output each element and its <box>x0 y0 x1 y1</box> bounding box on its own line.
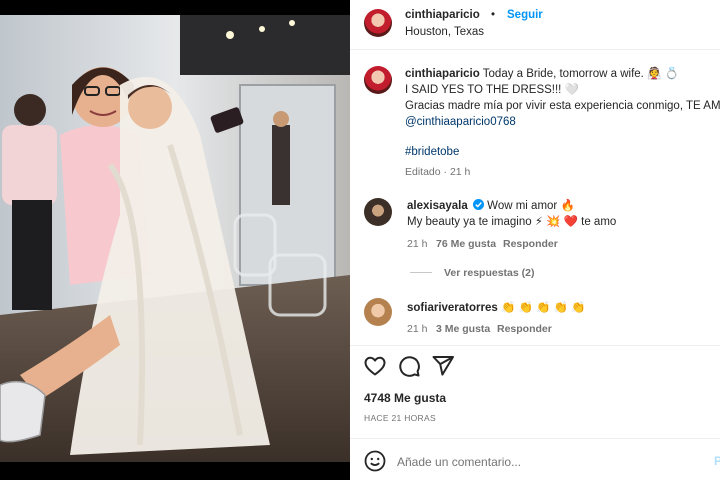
post-details-panel: cinthiaparicio • Seguir Houston, Texas c… <box>350 0 720 480</box>
likes-count[interactable]: 4748 Me gusta <box>364 391 446 406</box>
comment-first-line: alexisayala Wow mi amor 🔥 <box>407 199 575 214</box>
verified-badge-icon <box>472 199 484 210</box>
caption-mention-link[interactable]: @cinthiaaparicio0768 <box>405 115 516 130</box>
post-location[interactable]: Houston, Texas <box>405 25 484 40</box>
actions-divider <box>350 345 720 346</box>
post-timestamp[interactable]: HACE 21 HORAS <box>364 411 436 426</box>
emoji-icon[interactable] <box>363 449 387 473</box>
caption-hashtag-link[interactable]: #bridetobe <box>405 145 459 160</box>
comment-username[interactable]: sofiariveratorres <box>407 302 498 314</box>
comment-time: 21 h <box>407 323 428 335</box>
caption-text-line2: I SAID YES TO THE DRESS!!! 🤍 <box>405 84 579 96</box>
caption-edited-time: Editado · 21 h <box>405 166 471 178</box>
comment-icon[interactable] <box>397 354 421 378</box>
comment-text-line1: Wow mi amor 🔥 <box>487 200 575 212</box>
share-icon[interactable] <box>431 354 455 378</box>
comment-reply-button[interactable]: Responder <box>497 322 552 337</box>
comment-likes-count[interactable]: 76 Me gusta <box>436 237 496 252</box>
author-username[interactable]: cinthiaparicio <box>405 8 480 23</box>
post-header: cinthiaparicio • Seguir Houston, Texas <box>350 0 720 50</box>
comment-text: 👏 👏 👏 👏 👏 <box>500 302 586 314</box>
comment-first-line: sofiariveratorres 👏 👏 👏 👏 👏 <box>407 301 585 316</box>
publish-button[interactable]: P <box>714 454 720 469</box>
add-comment-input[interactable] <box>397 452 697 472</box>
caption-text-line1: Today a Bride, tomorrow a wife. 👰 💍 <box>482 68 679 80</box>
post-photo[interactable] <box>0 15 350 462</box>
comment-box-divider <box>350 438 720 439</box>
view-replies-button[interactable]: Ver respuestas (2) <box>444 266 534 281</box>
caption-text-line3: Gracias madre mía por vivir esta experie… <box>405 100 720 112</box>
comment-avatar-sofiariveratorres[interactable] <box>364 298 392 326</box>
comment-text-line2: My beauty ya te imagino ⚡ 💥 ❤️ te amo <box>407 216 617 228</box>
heart-icon[interactable] <box>363 354 387 378</box>
comment-likes-count[interactable]: 3 Me gusta <box>436 322 490 337</box>
author-avatar[interactable] <box>364 9 392 37</box>
comment-username[interactable]: alexisayala <box>407 200 468 212</box>
caption-author-avatar[interactable] <box>364 66 392 94</box>
comment-reply-button[interactable]: Responder <box>503 237 558 252</box>
caption-username[interactable]: cinthiaparicio <box>405 68 480 80</box>
follow-button[interactable]: Seguir <box>507 8 543 23</box>
bridal-photo-illustration <box>0 15 350 462</box>
comment-time: 21 h <box>407 238 428 250</box>
post-photo-panel <box>0 0 350 480</box>
caption-first-line: cinthiaparicio Today a Bride, tomorrow a… <box>405 67 679 82</box>
view-replies-line <box>410 272 432 273</box>
separator-dot: • <box>491 9 496 21</box>
comment-avatar-alexisayala[interactable] <box>364 198 392 226</box>
